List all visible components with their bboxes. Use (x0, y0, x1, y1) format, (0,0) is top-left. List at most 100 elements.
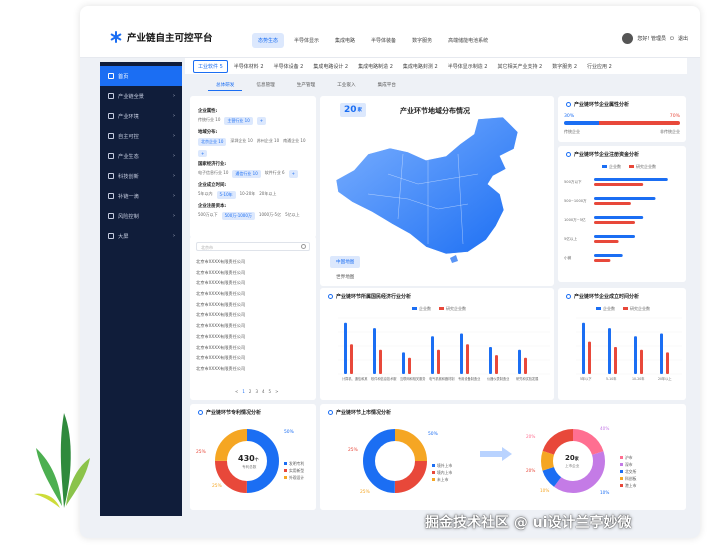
chevron-right-icon: › (173, 113, 175, 119)
sidebar-item-chain[interactable]: 产业链全景 › (100, 86, 182, 106)
bar (594, 197, 656, 200)
chevron-right-icon: › (173, 213, 175, 219)
tab-industry[interactable]: 数字服务 2 (548, 61, 581, 72)
tab-sub[interactable]: 集成平台 (370, 80, 404, 90)
filter-chip[interactable]: 传统行业 10 (198, 117, 220, 125)
topnav-item[interactable]: 态势生态 (252, 33, 285, 48)
chain-icon (108, 193, 114, 199)
tab-industry[interactable]: 行业应用 2 (583, 61, 616, 72)
topnav-item[interactable]: 数字服务 (406, 33, 438, 48)
filter-chip[interactable]: 5-10年 (216, 191, 236, 199)
tab-industry[interactable]: 工业软件 5 (193, 59, 228, 73)
card-title: 产业链环节上市情况分析 (336, 410, 392, 416)
filter-chip[interactable]: 10-20年 (240, 191, 256, 199)
bar (594, 240, 619, 243)
page-button[interactable]: 4 (262, 389, 265, 394)
filter-group: 地域分布: 北京企业 10 深圳企业 10 苏州企业 10 南通企业 10 + (198, 129, 308, 157)
tick-label: 1000万~5亿 (564, 217, 586, 222)
bar (614, 347, 617, 374)
filter-chip[interactable]: 通信行业 10 (232, 170, 261, 178)
filter-chip[interactable]: 深圳企业 10 (230, 138, 252, 146)
filter-chip[interactable]: 北京企业 10 (198, 138, 227, 146)
industry-tabs: 工业软件 5 半导体材料 2 半导体设备 2 集成电路设计 2 集成电路制造 2… (185, 58, 687, 74)
patent-card: 产业链环节专利情况分析 430个 专利总数 50% 25% 25% 发明专利 实… (190, 404, 316, 510)
list-item[interactable]: 北京市XXXX有限责任公司 (196, 353, 310, 364)
tab-sub[interactable]: 生产管理 (289, 80, 323, 90)
sidebar-item-control[interactable]: 自主可控 › (100, 126, 182, 146)
list-item[interactable]: 北京市XXXX有限责任公司 (196, 278, 310, 289)
list-item[interactable]: 北京市XXXX有限责任公司 (196, 321, 310, 332)
tab-industry[interactable]: 集成电路制造 2 (354, 61, 397, 72)
filter-chip[interactable]: 20年以上 (259, 191, 276, 199)
add-filter-button[interactable]: + (256, 117, 267, 125)
filter-chip[interactable]: 500万以下 (198, 212, 218, 220)
top-nav: 态势生态 半导体显示 集成电路 半导体装备 数字服务 高端储能电池系统 (252, 33, 494, 48)
card-title: 产业链环节企业属性分析 (574, 102, 630, 108)
list-item[interactable]: 北京市XXXX有限责任公司 (196, 343, 310, 354)
topnav-item[interactable]: 半导体装备 (365, 33, 402, 48)
chevron-right-icon: › (173, 173, 175, 179)
topnav-item[interactable]: 高端储能电池系统 (442, 33, 494, 48)
listing-total-label: 上市企业 (565, 464, 580, 468)
page-button[interactable]: 3 (255, 389, 258, 394)
list-item[interactable]: 北京市XXXX有限责任公司 (196, 289, 310, 300)
tab-industry[interactable]: 半导体设备 2 (270, 61, 308, 72)
list-item[interactable]: 北京市XXXX有限责任公司 (196, 364, 310, 375)
page-button[interactable]: < (235, 389, 238, 394)
filter-chip[interactable]: 苏州企业 10 (257, 138, 279, 146)
list-item[interactable]: 北京市XXXX有限责任公司 (196, 300, 310, 311)
page-button[interactable]: 5 (269, 389, 272, 394)
filter-chip[interactable]: 500万-1000万 (221, 212, 255, 220)
filter-chip[interactable]: 软件行业 6 (265, 170, 285, 178)
world-map-button[interactable]: 世界地图 (330, 271, 360, 283)
search-input[interactable]: 北京市 (196, 242, 310, 251)
tab-industry[interactable]: 集成电路设计 2 (309, 61, 352, 72)
china-map-button[interactable]: 中国地图 (330, 256, 361, 268)
filter-chip[interactable]: 5亿以上 (285, 212, 300, 220)
sidebar-item-fill[interactable]: 补链一滴 › (100, 186, 182, 206)
search-icon[interactable] (301, 244, 306, 249)
filter-chip[interactable]: 1000万-5亿 (259, 212, 281, 220)
page-button[interactable]: 1 (242, 389, 245, 394)
tab-industry[interactable]: 集成电路封测 2 (399, 61, 442, 72)
pct-label: 25% (360, 490, 370, 495)
add-filter-button[interactable]: + (198, 150, 208, 157)
sidebar-item-env[interactable]: 产业环境 › (100, 106, 182, 126)
snowflake-logo-icon (110, 31, 122, 43)
add-filter-button[interactable]: + (288, 170, 298, 178)
filter-chip[interactable]: 南通企业 10 (283, 138, 305, 146)
topnav-item[interactable]: 集成电路 (329, 33, 361, 48)
avatar[interactable] (622, 33, 634, 44)
filter-chip[interactable]: 主营行业 10 (224, 117, 253, 125)
china-map[interactable] (328, 114, 550, 264)
tick-label: 计算机、通信和其 (342, 376, 368, 381)
sidebar-item-risk[interactable]: 风险控制 › (100, 206, 182, 226)
tab-industry[interactable]: 半导体显示制造 2 (444, 61, 492, 72)
tab-industry[interactable]: 其它相关产业支持 2 (493, 61, 546, 72)
sidebar-item-tech[interactable]: 科技创新 › (100, 166, 182, 186)
page-button[interactable]: 2 (249, 389, 252, 394)
logout-link[interactable]: 退出 (678, 35, 688, 42)
power-icon[interactable]: ⏻ (670, 36, 674, 42)
tab-industry[interactable]: 半导体材料 2 (230, 61, 268, 72)
list-item[interactable]: 北京市XXXX有限责任公司 (196, 268, 310, 279)
sidebar-item-eco[interactable]: 产业生态 › (100, 146, 182, 166)
filter-chip[interactable]: 5年以内 (198, 191, 213, 199)
filter-chip[interactable]: 电子信息行业 10 (198, 170, 228, 178)
bar (344, 322, 347, 374)
list-item[interactable]: 北京市XXXX有限责任公司 (196, 332, 310, 343)
page-button[interactable]: > (275, 389, 278, 394)
tick-label: 小微 (564, 255, 572, 260)
bar (594, 183, 644, 186)
list-item[interactable]: 北京市XXXX有限责任公司 (196, 310, 310, 321)
tab-sub[interactable]: 总体研发 (208, 80, 243, 91)
topnav-item[interactable]: 半导体显示 (288, 33, 325, 48)
sidebar-item-home[interactable]: 首页 (100, 66, 182, 86)
tab-sub[interactable]: 工业嵌入 (329, 80, 363, 90)
right-label: 非传统企业 (660, 129, 680, 134)
tab-sub[interactable]: 信息管理 (248, 80, 282, 90)
bar (594, 235, 635, 238)
tick-label: 500~1000万 (564, 199, 587, 203)
list-item[interactable]: 北京市XXXX有限责任公司 (196, 257, 310, 268)
sidebar-item-screen[interactable]: 大屏 › (100, 226, 182, 246)
